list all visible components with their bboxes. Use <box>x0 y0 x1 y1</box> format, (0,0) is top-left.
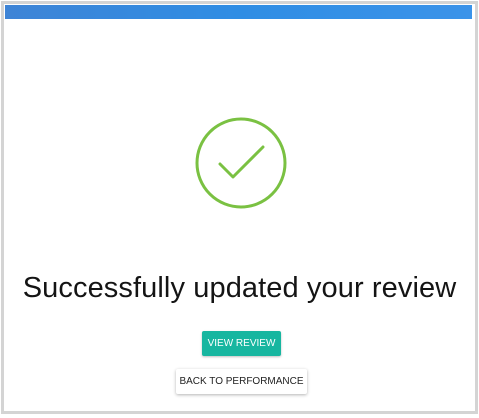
header-bar <box>5 5 472 19</box>
view-review-button[interactable]: VIEW REVIEW <box>202 331 281 356</box>
checkmark-circle-icon <box>194 116 288 210</box>
back-to-performance-button[interactable]: BACK TO PERFORMANCE <box>176 369 307 394</box>
success-message: Successfully updated your review <box>22 272 457 304</box>
